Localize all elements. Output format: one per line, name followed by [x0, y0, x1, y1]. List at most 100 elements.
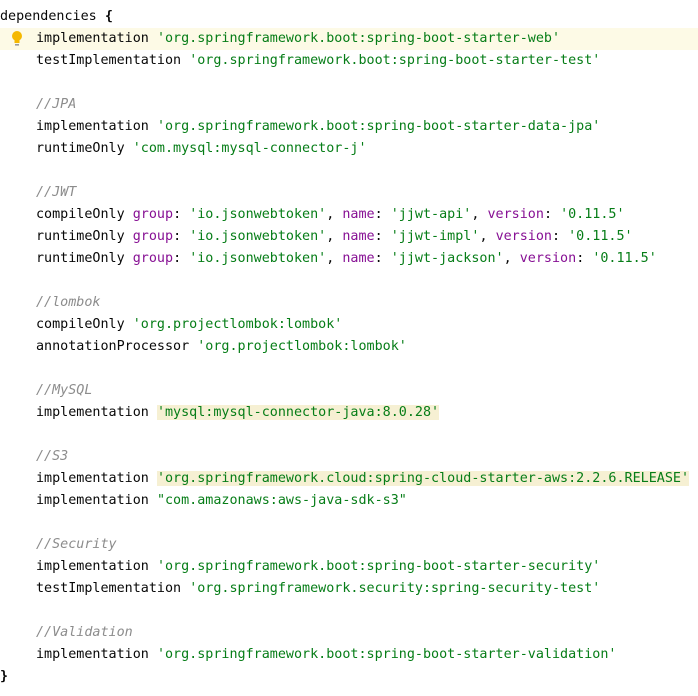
code-line[interactable]: compileOnly 'org.projectlombok:lombok': [0, 314, 698, 336]
comma: ,: [326, 229, 343, 244]
name-string: 'jjwt-jackson': [390, 251, 504, 266]
code-line[interactable]: testImplementation 'org.springframework.…: [0, 50, 698, 72]
config-name: runtimeOnly: [36, 141, 125, 156]
code-line[interactable]: annotationProcessor 'org.projectlombok:l…: [0, 336, 698, 358]
comma: ,: [503, 251, 520, 266]
config-name: implementation: [36, 647, 149, 662]
name-string: 'jjwt-impl': [390, 229, 480, 244]
name-arg-label: name: [342, 229, 375, 244]
blank-line[interactable]: [0, 160, 698, 182]
colon: :: [576, 251, 585, 266]
dependencies-keyword: dependencies: [0, 9, 97, 24]
code-line[interactable]: implementation 'org.springframework.boot…: [0, 644, 698, 666]
blank-line[interactable]: [0, 424, 698, 446]
version-string: '0.11.5': [560, 207, 625, 222]
comment: //JWT: [36, 185, 77, 200]
blank-line[interactable]: [0, 358, 698, 380]
dependency-string: 'org.projectlombok:lombok': [132, 317, 343, 332]
comment-line[interactable]: //lombok: [0, 292, 698, 314]
code-line[interactable]: implementation 'mysql:mysql-connector-ja…: [0, 402, 698, 424]
config-name: implementation: [36, 471, 149, 486]
config-name: implementation: [36, 119, 149, 134]
open-brace: {: [104, 9, 113, 24]
version-string: '0.11.5': [592, 251, 657, 266]
dependency-string: 'org.projectlombok:lombok': [197, 339, 407, 354]
code-line-footer[interactable]: }: [0, 666, 698, 688]
config-name: testImplementation: [36, 53, 182, 68]
comment: //Validation: [36, 625, 133, 640]
blank-line[interactable]: [0, 512, 698, 534]
comment: //JPA: [36, 97, 77, 112]
comment-line[interactable]: //Security: [0, 534, 698, 556]
dependency-string: 'com.mysql:mysql-connector-j': [132, 141, 367, 156]
comma: ,: [471, 207, 488, 222]
config-name: implementation: [36, 559, 149, 574]
code-line[interactable]: compileOnly group: 'io.jsonwebtoken', na…: [0, 204, 698, 226]
dependency-string-highlighted: 'mysql:mysql-connector-java:8.0.28': [156, 405, 440, 420]
name-arg-label: name: [342, 251, 375, 266]
comment-line[interactable]: //JPA: [0, 94, 698, 116]
version-arg-label: version: [495, 229, 552, 244]
blank-line[interactable]: [0, 600, 698, 622]
close-brace: }: [0, 669, 9, 684]
config-name: implementation: [36, 31, 149, 46]
name-string: 'jjwt-api': [390, 207, 472, 222]
group-arg-label: group: [132, 251, 174, 266]
comma: ,: [479, 229, 496, 244]
code-line[interactable]: implementation 'org.springframework.clou…: [0, 468, 698, 490]
dependency-string: "com.amazonaws:aws-java-sdk-s3": [156, 493, 407, 508]
colon: :: [173, 207, 182, 222]
colon: :: [173, 251, 182, 266]
dependency-string: 'org.springframework.security:spring-sec…: [189, 581, 601, 596]
colon: :: [543, 207, 552, 222]
dependency-string: 'org.springframework.boot:spring-boot-st…: [156, 647, 617, 662]
blank-line[interactable]: [0, 270, 698, 292]
version-string: '0.11.5': [568, 229, 633, 244]
name-arg-label: name: [342, 207, 375, 222]
code-line[interactable]: implementation "com.amazonaws:aws-java-s…: [0, 490, 698, 512]
blank-line[interactable]: [0, 72, 698, 94]
config-name: compileOnly: [36, 317, 125, 332]
code-line[interactable]: implementation 'org.springframework.boot…: [0, 556, 698, 578]
lightbulb-icon[interactable]: [10, 30, 24, 48]
group-string: 'io.jsonwebtoken': [189, 207, 327, 222]
code-line[interactable]: runtimeOnly group: 'io.jsonwebtoken', na…: [0, 248, 698, 270]
dependency-string: 'org.springframework.boot:spring-boot-st…: [156, 559, 601, 574]
code-line[interactable]: runtimeOnly 'com.mysql:mysql-connector-j…: [0, 138, 698, 160]
group-string: 'io.jsonwebtoken': [189, 251, 327, 266]
dependency-string: 'org.springframework.boot:spring-boot-st…: [156, 31, 561, 46]
version-arg-label: version: [519, 251, 577, 266]
config-name: runtimeOnly: [36, 229, 125, 244]
group-arg-label: group: [132, 207, 174, 222]
code-line-header[interactable]: dependencies {: [0, 6, 698, 28]
config-name: implementation: [36, 493, 149, 508]
comment-line[interactable]: //JWT: [0, 182, 698, 204]
colon: :: [173, 229, 182, 244]
colon: :: [552, 229, 561, 244]
dependency-string: 'org.springframework.boot:spring-boot-st…: [156, 119, 601, 134]
comment: //S3: [36, 449, 69, 464]
comment-line[interactable]: //MySQL: [0, 380, 698, 402]
comma: ,: [326, 251, 343, 266]
version-arg-label: version: [487, 207, 544, 222]
code-line[interactable]: implementation 'org.springframework.boot…: [0, 116, 698, 138]
comma: ,: [326, 207, 343, 222]
comment-line[interactable]: //Validation: [0, 622, 698, 644]
comment: //lombok: [36, 295, 101, 310]
colon: :: [374, 229, 383, 244]
dependency-string-highlighted: 'org.springframework.cloud:spring-cloud-…: [156, 471, 690, 486]
group-arg-label: group: [132, 229, 174, 244]
code-line-current[interactable]: implementation 'org.springframework.boot…: [0, 28, 698, 50]
config-name: testImplementation: [36, 581, 182, 596]
comment-line[interactable]: //S3: [0, 446, 698, 468]
comment: //MySQL: [36, 383, 93, 398]
config-name: annotationProcessor: [36, 339, 190, 354]
config-name: compileOnly: [36, 207, 125, 222]
group-string: 'io.jsonwebtoken': [189, 229, 327, 244]
code-editor[interactable]: dependencies { implementation 'org.sprin…: [0, 6, 698, 688]
code-line[interactable]: runtimeOnly group: 'io.jsonwebtoken', na…: [0, 226, 698, 248]
comment: //Security: [36, 537, 117, 552]
config-name: runtimeOnly: [36, 251, 125, 266]
dependency-string: 'org.springframework.boot:spring-boot-st…: [189, 53, 601, 68]
code-line[interactable]: testImplementation 'org.springframework.…: [0, 578, 698, 600]
